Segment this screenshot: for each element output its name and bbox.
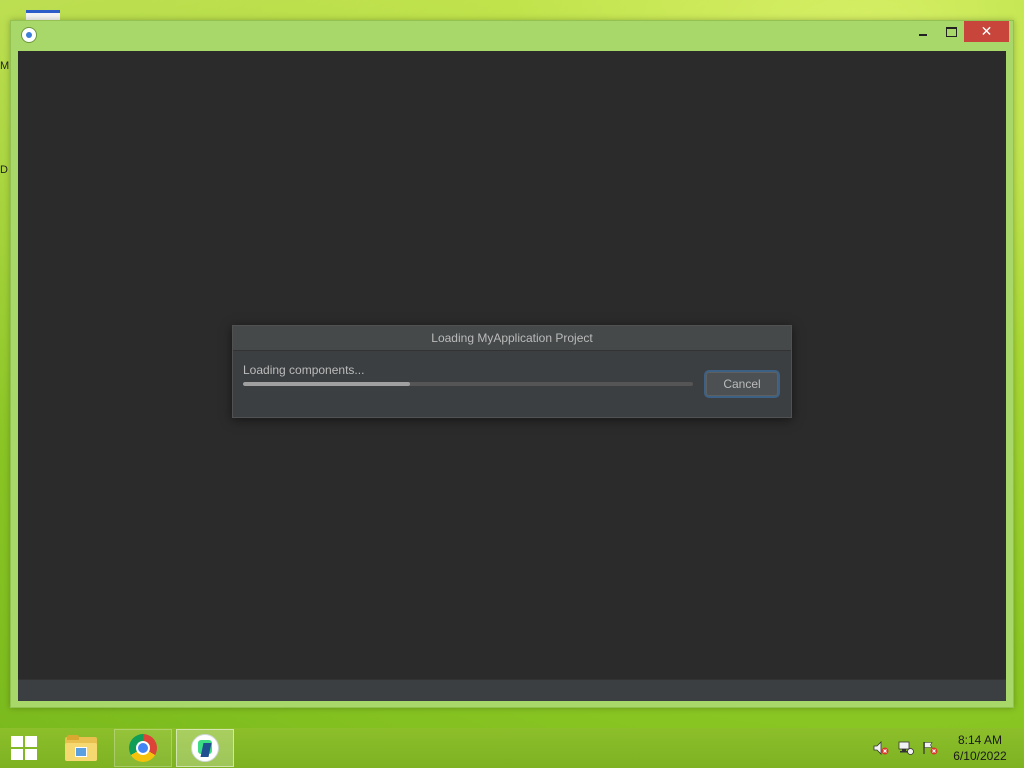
taskbar: 8:14 AM 6/10/2022 <box>0 728 1024 768</box>
progress-bar-fill <box>243 382 410 386</box>
windows-logo-icon <box>11 736 37 760</box>
file-explorer-icon <box>65 735 97 761</box>
taskbar-chrome[interactable] <box>114 729 172 767</box>
loading-dialog: Loading MyApplication Project Loading co… <box>232 325 792 418</box>
taskbar-android-studio[interactable] <box>176 729 234 767</box>
maximize-button[interactable] <box>937 21 965 42</box>
window-titlebar[interactable]: ✕ <box>11 21 1013 51</box>
taskbar-file-explorer[interactable] <box>52 729 110 767</box>
cancel-button[interactable]: Cancel <box>706 372 778 396</box>
android-studio-icon <box>191 734 219 762</box>
clock-date: 6/10/2022 <box>953 749 1007 763</box>
action-center-flag-icon[interactable] <box>922 741 938 755</box>
start-button[interactable] <box>0 728 48 768</box>
chrome-icon <box>129 734 157 762</box>
progress-bar <box>243 382 693 386</box>
network-icon[interactable] <box>898 741 914 755</box>
dialog-title[interactable]: Loading MyApplication Project <box>233 326 791 351</box>
loading-status-text: Loading components... <box>243 363 365 377</box>
ide-status-bar <box>18 679 1006 701</box>
clock-time: 8:14 AM <box>957 733 1003 747</box>
taskbar-clock[interactable]: 8:14 AM 6/10/2022 <box>944 732 1016 764</box>
minimize-button[interactable] <box>909 21 937 42</box>
volume-muted-icon[interactable] <box>873 741 889 755</box>
app-icon[interactable] <box>21 27 37 43</box>
close-button[interactable]: ✕ <box>964 21 1009 42</box>
